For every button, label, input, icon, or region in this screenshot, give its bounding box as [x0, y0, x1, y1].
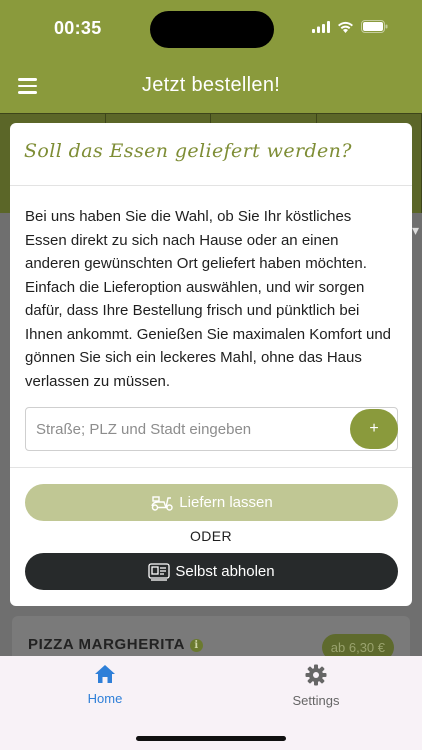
deliver-button[interactable]: Liefern lassen [25, 484, 398, 521]
home-indicator [136, 736, 286, 741]
tab-settings-label: Settings [292, 693, 340, 708]
cellular-signal-icon [312, 20, 330, 33]
status-time: 00:35 [54, 18, 102, 38]
address-field: + [25, 407, 398, 451]
title-divider [10, 185, 412, 186]
menu-item-name: PIZZA MARGHERITA [28, 636, 186, 653]
app-header: Jetzt bestellen! [0, 58, 422, 113]
dialog-title: Soll das Essen geliefert werden? [24, 140, 352, 162]
chevron-right-icon: ▾ [412, 222, 420, 238]
battery-icon [361, 20, 388, 33]
scooter-icon [151, 495, 173, 511]
page-title: Jetzt bestellen! [141, 74, 281, 96]
tab-home[interactable]: Home [50, 664, 160, 706]
actions-divider [10, 467, 412, 468]
add-address-button[interactable]: + [350, 409, 398, 449]
pickup-button-label: Selbst abholen [175, 563, 275, 580]
pickup-button[interactable]: Selbst abholen [25, 553, 398, 590]
gear-icon [305, 664, 327, 686]
address-input[interactable] [26, 408, 346, 450]
wifi-icon [338, 21, 353, 33]
delivery-dialog: Soll das Essen geliefert werden? Bei uns… [10, 123, 412, 606]
or-separator: ODER [189, 528, 233, 544]
menu-item-title: PIZZA MARGHERITA i [28, 636, 204, 653]
info-icon[interactable]: i [190, 639, 204, 652]
tab-settings[interactable]: Settings [261, 664, 371, 708]
dynamic-island [150, 11, 274, 48]
tab-home-label: Home [87, 691, 123, 706]
deliver-button-label: Liefern lassen [179, 494, 273, 511]
store-pickup-icon [148, 562, 171, 581]
status-bar: 00:35 [0, 0, 422, 58]
dialog-description: Bei uns haben Sie die Wahl, ob Sie Ihr k… [25, 208, 392, 390]
status-icons [312, 20, 388, 33]
home-icon [95, 665, 115, 683]
